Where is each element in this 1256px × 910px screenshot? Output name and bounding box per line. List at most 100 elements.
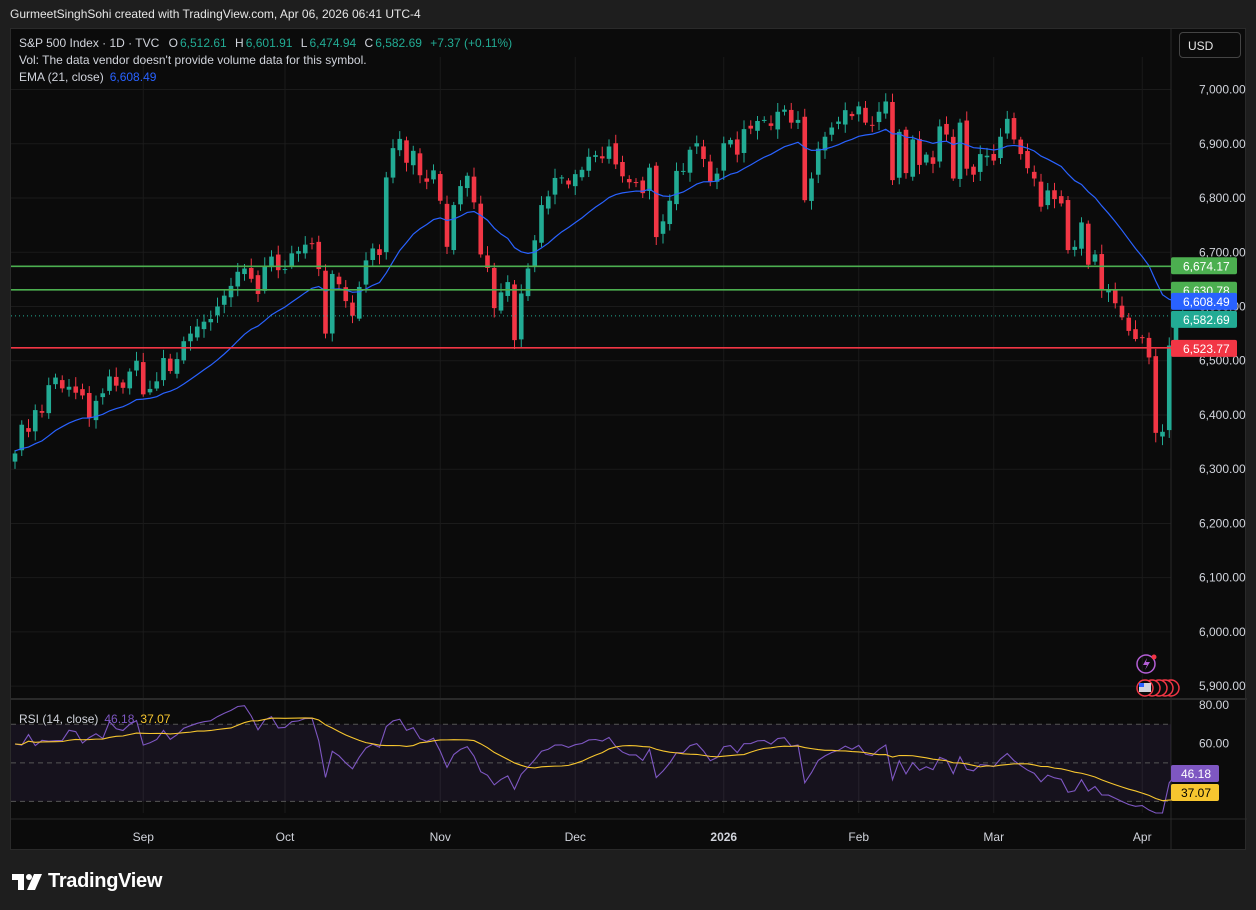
candle-body xyxy=(107,376,112,391)
candle-body xyxy=(370,248,376,260)
candle-body xyxy=(1025,151,1030,169)
candle-body xyxy=(242,268,247,275)
candle-body xyxy=(566,180,571,185)
flag-canton xyxy=(1139,683,1144,687)
candle-body xyxy=(667,200,673,225)
candle-body xyxy=(599,156,605,159)
chart-frame[interactable]: 5,900.00 6,000.00 6,100.00 6,200.00 6,300.00… xyxy=(10,28,1247,851)
us-flag-events-icon[interactable] xyxy=(1136,679,1180,697)
candle-body xyxy=(896,131,902,178)
candle-body xyxy=(1139,337,1145,339)
candle-body xyxy=(957,122,963,179)
candle-body xyxy=(842,110,848,125)
candle-body xyxy=(66,386,72,390)
candle-body xyxy=(782,109,787,112)
tradingview-logo[interactable]: TradingView xyxy=(12,870,162,893)
lightning-icon[interactable] xyxy=(1136,654,1157,674)
candle-body xyxy=(127,371,133,389)
candle-body xyxy=(768,123,774,126)
tradingview-wordmark: TradingView xyxy=(48,870,163,892)
candle-body xyxy=(674,170,679,205)
time-axis-label: Feb xyxy=(848,830,869,844)
candle-body xyxy=(1166,345,1172,431)
candle-body xyxy=(937,126,943,162)
candle-body xyxy=(262,266,268,291)
ema-value: 6,608.49 xyxy=(109,70,157,84)
candle-body xyxy=(174,359,180,374)
candle-body xyxy=(255,275,261,295)
price-level-label: 6,608.49 xyxy=(1183,295,1230,309)
candle-body xyxy=(944,123,949,135)
candle-body xyxy=(1004,118,1010,134)
candle-body xyxy=(734,139,740,155)
candle-body xyxy=(829,127,835,135)
candle-body xyxy=(998,136,1003,159)
candle-body xyxy=(633,182,639,184)
candle-body xyxy=(215,306,220,316)
change-value: +7.37 (+0.11%) xyxy=(430,36,513,50)
candles-group xyxy=(12,93,1186,469)
candle-body xyxy=(647,167,652,192)
candle-body xyxy=(309,243,315,245)
close-label: C xyxy=(364,36,374,50)
candle-body xyxy=(181,341,187,361)
candle-body xyxy=(100,393,106,398)
candle-body xyxy=(289,253,295,266)
candle-body xyxy=(53,377,58,385)
candle-body xyxy=(154,381,160,389)
candle-body xyxy=(1065,200,1071,251)
rsi-axis-label: 60.00 xyxy=(1199,737,1229,751)
candle-body xyxy=(431,170,436,180)
candle-body xyxy=(248,267,254,279)
candle-body xyxy=(458,186,463,205)
symbol-name[interactable]: S&P 500 Index · 1D · TVC xyxy=(19,36,159,50)
ema-legend[interactable]: EMA (21, close) 6,608.49 xyxy=(19,70,158,84)
currency-button[interactable]: USD xyxy=(1179,32,1241,58)
candle-body xyxy=(545,196,551,209)
candle-body xyxy=(444,203,450,247)
candle-body xyxy=(876,111,882,123)
candle-body xyxy=(1038,181,1044,207)
candle-body xyxy=(613,143,619,165)
candle-body xyxy=(728,139,733,145)
ema-label: EMA (21, close) xyxy=(19,70,104,84)
candle-body xyxy=(19,424,25,451)
candle-body xyxy=(626,179,632,183)
candle-body xyxy=(32,410,38,432)
candle-body xyxy=(188,333,193,342)
candle-body xyxy=(586,156,592,171)
chart-canvas[interactable]: 5,900.00 6,000.00 6,100.00 6,200.00 6,300.00… xyxy=(11,29,1247,851)
candle-body xyxy=(147,388,153,393)
candle-body xyxy=(201,321,207,330)
candle-body xyxy=(836,121,841,124)
candle-body xyxy=(464,175,470,189)
candle-body xyxy=(606,146,612,159)
candle-body xyxy=(46,385,52,414)
candle-body xyxy=(1052,190,1057,200)
candle-body xyxy=(559,177,565,179)
candle-body xyxy=(1112,289,1118,304)
attribution-text: GurmeetSinghSohi created with TradingVie… xyxy=(10,7,421,21)
candle-body xyxy=(235,271,241,287)
candle-body xyxy=(1153,356,1159,433)
candle-body xyxy=(1126,317,1132,331)
candle-body xyxy=(539,205,544,243)
candle-body xyxy=(977,154,983,172)
candle-body xyxy=(984,155,990,158)
candle-body xyxy=(1072,246,1078,250)
time-axis-label: Mar xyxy=(983,830,1004,844)
candle-body xyxy=(802,116,808,201)
rsi-label: RSI (14, close) xyxy=(19,712,99,726)
candle-body xyxy=(525,268,531,297)
candle-body xyxy=(883,101,889,114)
time-axis-label: Dec xyxy=(565,830,586,844)
candle-body xyxy=(863,107,868,123)
rsi-legend[interactable]: RSI (14, close) 46.18 37.07 xyxy=(19,712,172,726)
candle-body xyxy=(228,285,234,298)
candle-body xyxy=(86,393,92,418)
candle-body xyxy=(593,155,598,157)
candle-body xyxy=(971,166,976,175)
candle-body xyxy=(471,176,477,203)
lightning-icon-dot xyxy=(1151,654,1157,660)
rsi-value: 46.18 xyxy=(104,712,135,726)
